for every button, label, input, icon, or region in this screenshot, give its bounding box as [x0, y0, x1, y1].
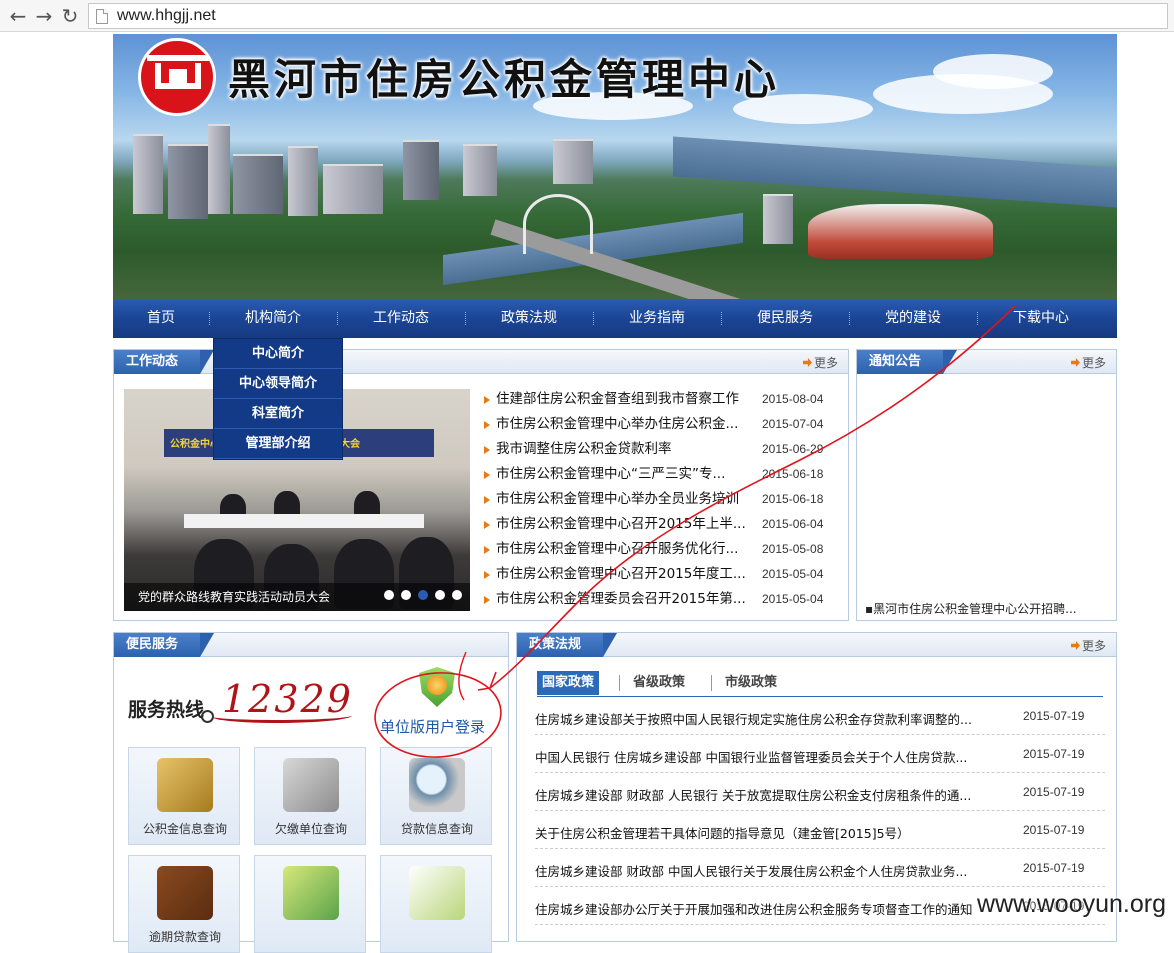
notice-item[interactable]: ▪黑河市住房公积金管理中心公开招聘... — [865, 600, 1077, 617]
magnifier-icon — [409, 758, 465, 812]
site-title: 黑河市住房公积金管理中心 — [228, 46, 780, 107]
bullet-icon — [484, 596, 490, 604]
forward-arrow-icon[interactable]: → — [32, 4, 56, 28]
bullet-icon — [484, 396, 490, 404]
panel-title: 便民服务 — [114, 633, 200, 657]
news-item[interactable]: 市住房公积金管理中心召开2015年上半...2015-06-04 — [484, 512, 824, 537]
slideshow-dots — [384, 590, 462, 600]
nav-item-guide[interactable]: 业务指南 — [593, 299, 721, 338]
service-tile-calculator[interactable] — [254, 855, 366, 953]
more-link[interactable]: 更多 — [1071, 354, 1106, 371]
wallet-icon — [157, 866, 213, 920]
service-tile-overdue-query[interactable]: 逾期贷款查询 — [128, 855, 240, 953]
watermark: www.wooyun.org — [977, 890, 1166, 919]
bullet-icon — [484, 421, 490, 429]
browser-toolbar: ← → ↻ www.hhgjj.net — [0, 0, 1174, 32]
panel-header: 政策法规 更多 — [517, 633, 1116, 657]
page-icon — [96, 9, 108, 24]
news-item[interactable]: 市住房公积金管理中心举办住房公积金...2015-07-04 — [484, 412, 824, 437]
unit-user-login-link[interactable]: 单位版用户登录 — [380, 716, 485, 737]
dropdown-item-management[interactable]: 管理部介绍 — [214, 429, 342, 459]
service-tile-arrears-query[interactable]: 欠缴单位查询 — [254, 747, 366, 845]
hotline-label: 服务热线 — [128, 695, 204, 722]
about-dropdown-menu: 中心简介 中心领导简介 科室简介 管理部介绍 — [213, 338, 343, 460]
bullet-icon — [484, 521, 490, 529]
site-banner: 黑河市住房公积金管理中心 — [113, 34, 1117, 299]
slide-dot[interactable] — [401, 590, 411, 600]
more-arrow-icon — [803, 358, 812, 367]
policy-item[interactable]: 住房城乡建设部 财政部 中国人民银行关于发展住房公积金个人住房贷款业务...20… — [535, 849, 1105, 887]
photo-banner-text-2: 大会 — [340, 435, 360, 450]
news-item[interactable]: 市住房公积金管理中心举办全员业务培训2015-06-18 — [484, 487, 824, 512]
news-item[interactable]: 我市调整住房公积金贷款利率2015-06-29 — [484, 437, 824, 462]
more-arrow-icon — [1071, 641, 1080, 650]
news-item[interactable]: 市住房公积金管理中心召开服务优化行...2015-05-08 — [484, 537, 824, 562]
nav-item-party[interactable]: 党的建设 — [849, 299, 977, 338]
bullet-icon — [484, 446, 490, 454]
service-panel: 便民服务 服务热线 12329 单位版用户登录 公积金信息查询 欠缴单位查询 贷… — [113, 632, 509, 942]
more-link[interactable]: 更多 — [1071, 637, 1106, 654]
nav-item-home[interactable]: 首页 — [113, 299, 209, 338]
back-arrow-icon[interactable]: ← — [6, 4, 30, 28]
bullet-icon — [484, 471, 490, 479]
tab-city-policy[interactable]: 市级政策 — [725, 671, 777, 695]
tab-provincial-policy[interactable]: 省级政策 — [633, 671, 685, 695]
nav-item-work-news[interactable]: 工作动态 — [337, 299, 465, 338]
slide-dot-active[interactable] — [418, 590, 428, 600]
news-item[interactable]: 市住房公积金管理中心“三严三实”专...2015-06-18 — [484, 462, 824, 487]
news-item[interactable]: 住建部住房公积金督查组到我市督察工作2015-08-04 — [484, 387, 824, 412]
policy-item[interactable]: 中国人民银行 住房城乡建设部 中国银行业监督管理委员会关于个人住房贷款...20… — [535, 735, 1105, 773]
more-arrow-icon — [1071, 358, 1080, 367]
reload-icon[interactable]: ↻ — [58, 4, 82, 28]
more-link[interactable]: 更多 — [803, 354, 838, 371]
policy-item[interactable]: 住房城乡建设部 财政部 人民银行 关于放宽提取住房公积金支付房租条件的通...2… — [535, 773, 1105, 811]
slide-dot[interactable] — [452, 590, 462, 600]
dropdown-item-departments[interactable]: 科室简介 — [214, 399, 342, 429]
nav-item-about[interactable]: 机构简介 — [209, 299, 337, 338]
notice-panel: 通知公告 更多 ▪黑河市住房公积金管理中心公开招聘... — [856, 349, 1117, 621]
form-pen-icon — [409, 866, 465, 920]
magnifier-document-icon — [157, 758, 213, 812]
tab-national-policy[interactable]: 国家政策 — [537, 671, 599, 695]
slide-dot[interactable] — [435, 590, 445, 600]
nav-item-download[interactable]: 下载中心 — [977, 299, 1105, 338]
bullet-icon — [484, 571, 490, 579]
slide-dot[interactable] — [384, 590, 394, 600]
panel-header: 便民服务 — [114, 633, 508, 657]
nav-item-policy[interactable]: 政策法规 — [465, 299, 593, 338]
logo — [138, 38, 216, 116]
address-bar[interactable]: www.hhgjj.net — [88, 3, 1168, 29]
panel-title: 政策法规 — [517, 633, 603, 657]
service-tile-loan-query[interactable]: 贷款信息查询 — [380, 747, 492, 845]
panel-title: 工作动态 — [114, 350, 200, 374]
bullet-icon — [484, 496, 490, 504]
globe-icon — [427, 675, 447, 695]
news-list: 住建部住房公积金督查组到我市督察工作2015-08-04 市住房公积金管理中心举… — [484, 387, 824, 612]
service-tile-fund-query[interactable]: 公积金信息查询 — [128, 747, 240, 845]
phone-calculator-icon — [283, 758, 339, 812]
hotline-number: 12329 — [222, 677, 353, 721]
dropdown-item-center-intro[interactable]: 中心简介 — [214, 339, 342, 369]
service-tile-loan-application[interactable] — [380, 855, 492, 953]
main-nav: 首页 机构简介 工作动态 政策法规 业务指南 便民服务 党的建设 下载中心 — [113, 299, 1117, 338]
panel-title: 通知公告 — [857, 350, 943, 374]
dropdown-item-leaders[interactable]: 中心领导简介 — [214, 369, 342, 399]
calculator-icon — [283, 866, 339, 920]
url-text: www.hhgjj.net — [117, 7, 216, 25]
policy-item[interactable]: 关于住房公积金管理若干具体问题的指导意见（建金管[2015]5号）2015-07… — [535, 811, 1105, 849]
news-item[interactable]: 市住房公积金管理委员会召开2015年第...2015-05-04 — [484, 587, 824, 612]
news-item[interactable]: 市住房公积金管理中心召开2015年度工...2015-05-04 — [484, 562, 824, 587]
nav-item-service[interactable]: 便民服务 — [721, 299, 849, 338]
bullet-icon — [484, 546, 490, 554]
panel-header: 通知公告 更多 — [857, 350, 1116, 374]
policy-item[interactable]: 住房城乡建设部关于按照中国人民银行规定实施住房公积金存贷款利率调整的...201… — [535, 697, 1105, 735]
